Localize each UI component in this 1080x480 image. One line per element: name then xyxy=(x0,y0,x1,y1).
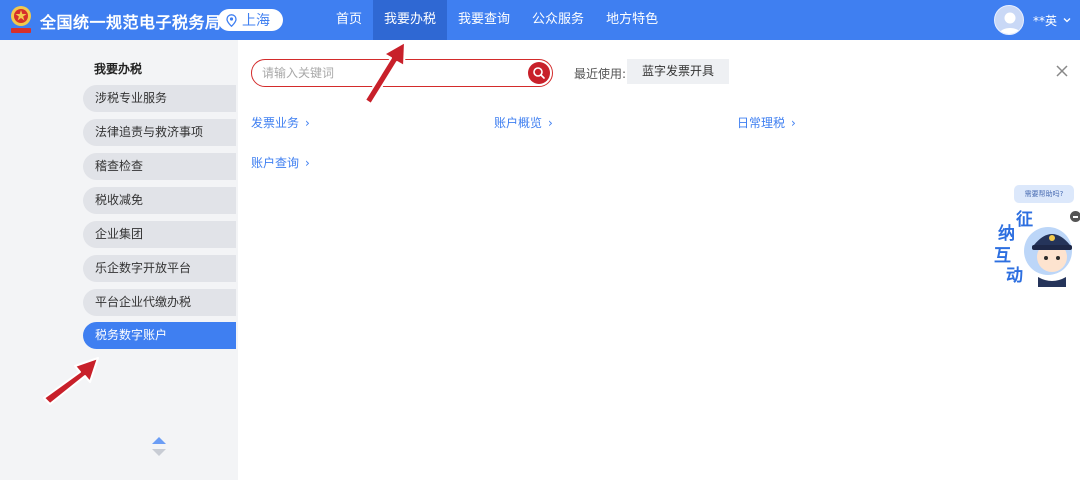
chevron-right-icon: › xyxy=(305,156,310,170)
nav-item-home[interactable]: 首页 xyxy=(325,0,373,40)
chevron-right-icon: › xyxy=(548,116,553,130)
region-selector[interactable]: 上海 xyxy=(218,9,283,31)
location-pin-icon xyxy=(226,13,237,27)
search-icon xyxy=(533,67,545,79)
sidebar-item-tax-professional-services[interactable]: 涉税专业服务 xyxy=(83,85,236,112)
sidebar-item-platform-withholding[interactable]: 平台企业代缴办税 xyxy=(83,289,236,316)
search-button[interactable] xyxy=(528,62,550,84)
emblem-logo xyxy=(11,6,31,33)
category-label: 账户概览 xyxy=(494,116,543,130)
assistant-widget[interactable]: 征 纳 互 动 xyxy=(994,205,1080,287)
nav-item-do-tax[interactable]: 我要办税 xyxy=(373,0,448,40)
assistant-char: 动 xyxy=(1006,266,1023,286)
minimize-icon[interactable] xyxy=(1070,211,1080,222)
site-title: 全国统一规范电子税务局 xyxy=(40,13,222,32)
sidebar-item-leqi-platform[interactable]: 乐企数字开放平台 xyxy=(83,255,236,282)
category-account-overview[interactable]: 账户概览 › xyxy=(494,114,553,131)
category-label: 账户查询 xyxy=(251,156,300,170)
nav-item-local-features[interactable]: 地方特色 xyxy=(595,0,669,40)
sidebar-item-inspection[interactable]: 稽查检查 xyxy=(83,153,236,180)
nav-item-query[interactable]: 我要查询 xyxy=(447,0,521,40)
chevron-down-icon[interactable] xyxy=(1062,16,1072,24)
main-nav: 首页 我要办税 我要查询 公众服务 地方特色 xyxy=(325,0,669,40)
close-icon[interactable] xyxy=(1055,64,1069,78)
category-daily-tax-management[interactable]: 日常理税 › xyxy=(737,114,796,131)
sidebar-item-enterprise-group[interactable]: 企业集团 xyxy=(83,221,236,248)
category-label: 日常理税 xyxy=(737,116,786,130)
category-label: 发票业务 xyxy=(251,116,300,130)
annotation-arrow-icon xyxy=(364,41,406,104)
category-invoice-business[interactable]: 发票业务 › xyxy=(251,114,310,131)
sidebar-item-legal-remedies[interactable]: 法律追责与救济事项 xyxy=(83,119,236,146)
chevron-right-icon: › xyxy=(791,116,796,130)
annotation-arrow-icon xyxy=(43,357,99,405)
sidebar-item-digital-tax-account[interactable]: 税务数字账户 xyxy=(83,322,236,349)
nav-item-public-service[interactable]: 公众服务 xyxy=(521,0,595,40)
top-navigation-bar: 全国统一规范电子税务局 上海 首页 我要办税 我要查询 公众服务 地方特色 **… xyxy=(0,0,1080,40)
region-label: 上海 xyxy=(242,13,270,29)
user-avatar-icon[interactable] xyxy=(994,5,1024,35)
assistant-char: 征 xyxy=(1016,210,1033,230)
recent-item-blue-invoice[interactable]: 蓝字发票开具 xyxy=(627,59,729,84)
chevron-right-icon: › xyxy=(305,116,310,130)
scroll-arrows-icon[interactable] xyxy=(150,436,168,458)
sidebar-item-tax-relief[interactable]: 税收减免 xyxy=(83,187,236,214)
help-bubble[interactable]: 需要帮助吗? xyxy=(1014,185,1074,203)
recent-label: 最近使用: xyxy=(574,67,627,81)
category-account-query[interactable]: 账户查询 › xyxy=(251,154,310,171)
sidebar: 我要办税 涉税专业服务 法律追责与救济事项 稽查检查 税收减免 企业集团 乐企数… xyxy=(0,40,238,480)
sidebar-title: 我要办税 xyxy=(94,62,143,76)
user-name[interactable]: **英 xyxy=(1033,12,1057,29)
